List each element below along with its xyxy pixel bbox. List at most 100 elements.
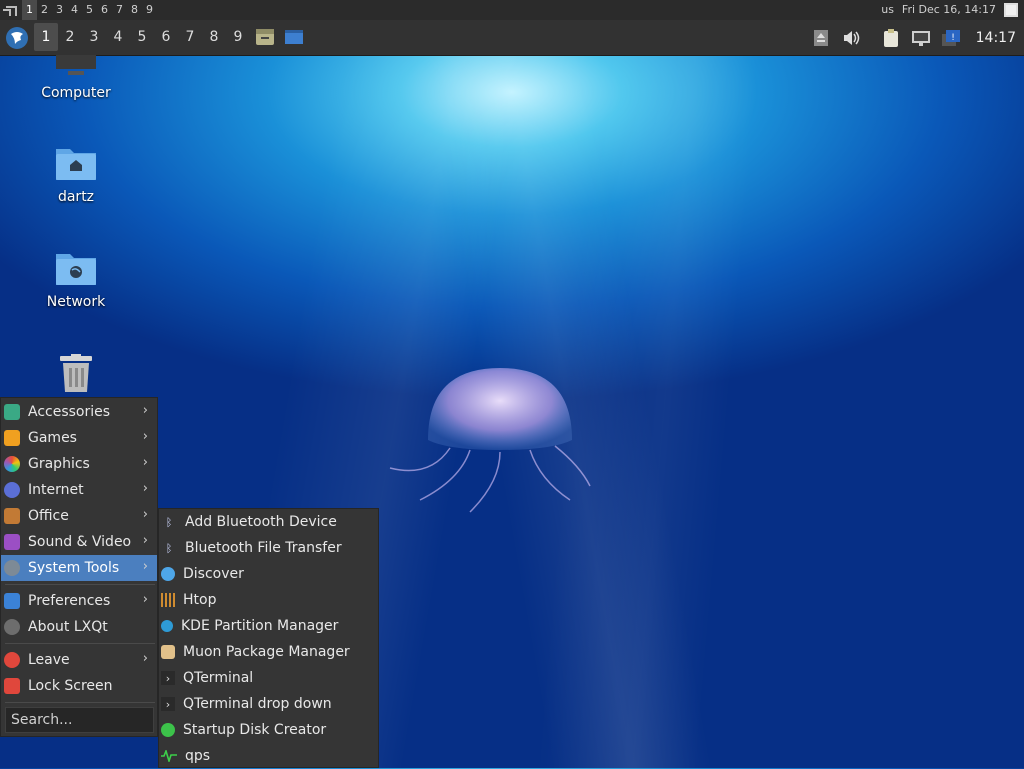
desktop-icon-label: Network <box>46 294 106 310</box>
keyboard-layout[interactable]: us <box>881 0 894 20</box>
games-icon <box>4 430 20 446</box>
desktop-icon-trash[interactable] <box>26 354 126 398</box>
menu-separator <box>5 643 155 644</box>
chevron-right-icon: › <box>142 429 148 444</box>
menu-item-office[interactable]: Office › <box>1 503 157 529</box>
menu-item-system-tools[interactable]: System Tools › <box>1 555 157 581</box>
menu-item-internet[interactable]: Internet › <box>1 477 157 503</box>
workspace-5[interactable]: 5 <box>82 0 97 20</box>
submenu-item-discover[interactable]: Discover <box>159 561 378 587</box>
menu-item-accessories[interactable]: Accessories › <box>1 399 157 425</box>
menu-item-label: Internet <box>28 482 84 498</box>
desktop-switcher: 1 2 3 4 5 6 7 8 9 <box>34 23 250 51</box>
main-menu-button[interactable] <box>4 25 30 51</box>
submenu-item-add-bluetooth-device[interactable]: ᛒ Add Bluetooth Device <box>159 509 378 535</box>
submenu-item-qps[interactable]: qps <box>159 743 378 769</box>
desktop-7-button[interactable]: 7 <box>178 23 202 51</box>
menu-item-label: Office <box>28 508 69 524</box>
chevron-right-icon: › <box>142 455 148 470</box>
desktop-1-button[interactable]: 1 <box>34 23 58 51</box>
desktop-6-button[interactable]: 6 <box>154 23 178 51</box>
menu-item-about-lxqt[interactable]: About LXQt <box>1 614 157 640</box>
workspace-8[interactable]: 8 <box>127 0 142 20</box>
corner-icon <box>3 6 17 16</box>
workspace-7[interactable]: 7 <box>112 0 127 20</box>
menu-item-label: Games <box>28 430 77 446</box>
submenu-item-kde-partition-manager[interactable]: KDE Partition Manager <box>159 613 378 639</box>
desktop-8-button[interactable]: 8 <box>202 23 226 51</box>
system-tray: ! 14:17 <box>806 20 1024 55</box>
menu-item-sound-video[interactable]: Sound & Video › <box>1 529 157 555</box>
menu-item-lock-screen[interactable]: Lock Screen <box>1 673 157 699</box>
desktop-3-button[interactable]: 3 <box>82 23 106 51</box>
terminal-icon: › <box>161 697 175 711</box>
top-datetime[interactable]: Fri Dec 16, 14:17 <box>902 0 996 20</box>
menu-separator <box>5 584 155 585</box>
taskbar-panel: 1 2 3 4 5 6 7 8 9 ! 14:17 <box>0 20 1024 56</box>
lock-icon <box>4 678 20 694</box>
workspace-9[interactable]: 9 <box>142 0 157 20</box>
volume-icon[interactable] <box>840 27 862 49</box>
menu-item-leave[interactable]: Leave › <box>1 647 157 673</box>
system-tools-icon <box>4 560 20 576</box>
desktop-icon-computer[interactable]: Computer <box>26 55 126 101</box>
submenu-item-label: KDE Partition Manager <box>181 618 339 634</box>
power-icon <box>4 652 20 668</box>
menu-item-label: About LXQt <box>28 619 108 635</box>
submenu-item-qterminal[interactable]: › QTerminal <box>159 665 378 691</box>
workspace-2[interactable]: 2 <box>37 0 52 20</box>
update-notifier-icon[interactable]: ! <box>940 27 962 49</box>
workspace-1[interactable]: 1 <box>22 0 37 20</box>
desktop-9-button[interactable]: 9 <box>226 23 250 51</box>
eject-icon[interactable] <box>810 27 832 49</box>
workspace-4[interactable]: 4 <box>67 0 82 20</box>
desktop-2-button[interactable]: 2 <box>58 23 82 51</box>
submenu-item-label: Htop <box>183 592 217 608</box>
qps-icon <box>161 748 177 764</box>
submenu-item-label: Discover <box>183 566 244 582</box>
partition-manager-icon <box>161 620 173 632</box>
terminal-icon: › <box>161 671 175 685</box>
menu-item-preferences[interactable]: Preferences › <box>1 588 157 614</box>
computer-icon <box>56 55 96 75</box>
clipboard-manager-icon[interactable] <box>880 27 902 49</box>
clipboard-icon[interactable] <box>1004 3 1018 17</box>
submenu-item-qterminal-drop-down[interactable]: › QTerminal drop down <box>159 691 378 717</box>
desktop-4-button[interactable]: 4 <box>106 23 130 51</box>
submenu-item-startup-disk-creator[interactable]: Startup Disk Creator <box>159 717 378 743</box>
internet-icon <box>4 482 20 498</box>
network-folder-icon <box>56 254 96 285</box>
workspace-3[interactable]: 3 <box>52 0 67 20</box>
submenu-item-htop[interactable]: Htop <box>159 587 378 613</box>
menu-item-label: Sound & Video <box>28 534 132 550</box>
desktop-icon-network[interactable]: Network <box>26 250 126 310</box>
submenu-item-bluetooth-file-transfer[interactable]: ᛒ Bluetooth File Transfer <box>159 535 378 561</box>
preferences-icon <box>4 593 20 609</box>
menu-item-label: Accessories <box>28 404 111 420</box>
home-folder-icon <box>56 149 96 180</box>
show-desktop-icon[interactable] <box>284 27 304 47</box>
desktop-icon-home[interactable]: dartz <box>26 145 126 205</box>
office-icon <box>4 508 20 524</box>
menu-item-games[interactable]: Games › <box>1 425 157 451</box>
chevron-right-icon: › <box>142 592 148 607</box>
info-icon <box>4 619 20 635</box>
graphics-icon <box>4 456 20 472</box>
startup-disk-icon <box>161 723 175 737</box>
desktop-5-button[interactable]: 5 <box>130 23 154 51</box>
submenu-item-label: Startup Disk Creator <box>183 722 327 738</box>
trash-icon <box>60 354 92 392</box>
package-manager-icon <box>161 645 175 659</box>
accessories-icon <box>4 404 20 420</box>
submenu-item-muon-package-manager[interactable]: Muon Package Manager <box>159 639 378 665</box>
panel-clock[interactable]: 14:17 <box>976 30 1016 46</box>
submenu-item-label: qps <box>185 748 211 764</box>
chevron-right-icon: › <box>142 533 148 548</box>
workspace-6[interactable]: 6 <box>97 0 112 20</box>
menu-item-graphics[interactable]: Graphics › <box>1 451 157 477</box>
menu-separator <box>5 702 155 703</box>
start-menu: Accessories › Games › Graphics › Interne… <box>0 397 158 737</box>
menu-search-input[interactable]: Search... <box>5 707 154 733</box>
file-manager-icon[interactable] <box>255 27 275 47</box>
network-icon[interactable] <box>910 27 932 49</box>
